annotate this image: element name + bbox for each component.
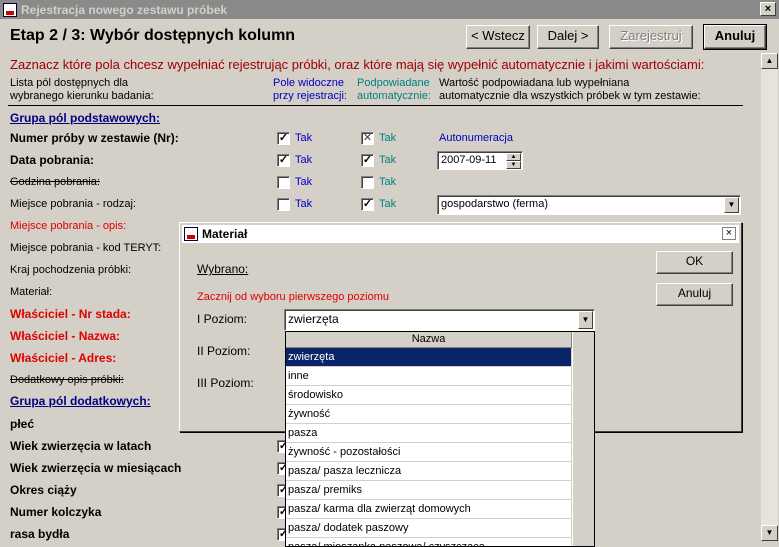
dropdown-items: zwierzęta inne środowisko żywność pasza żywno… <box>286 348 572 546</box>
level2-label: II Poziom: <box>197 344 251 358</box>
dialog-hint: Zacznij od wyboru pierwszego poziomu <box>197 291 389 303</box>
level1-label: I Poziom: <box>197 312 248 326</box>
level3-label: III Poziom: <box>197 376 254 390</box>
visible-checkbox-nr[interactable]: ✓ <box>277 132 290 145</box>
column-header-fields: Lista pól dostępnych dla wybranego kierun… <box>10 77 154 102</box>
place-type-select[interactable]: gospodarstwo (ferma) ▼ <box>437 195 741 215</box>
tak-label: Tak <box>295 176 313 188</box>
tak-label: Tak <box>295 132 313 144</box>
app-icon <box>3 2 17 17</box>
group-extra-fields: Grupa pól dodatkowych: <box>10 394 151 408</box>
level1-select[interactable]: zwierzęta ▼ <box>284 309 595 331</box>
dropdown-item[interactable]: żywność <box>286 405 572 424</box>
instruction-text: Zaznacz które pola chcesz wypełniać reje… <box>10 57 705 72</box>
row-label-extra-desc: Dodatkowy opis próbki: <box>10 374 124 386</box>
dropdown-item[interactable]: środowisko <box>286 386 572 405</box>
back-button[interactable]: < Wstecz <box>466 25 530 49</box>
tak-label: Tak <box>295 154 313 166</box>
dropdown-header: Nazwa <box>286 332 572 348</box>
dropdown-item[interactable]: żywność - pozostałości <box>286 443 572 462</box>
row-label-earring: Numer kolczyka <box>10 505 102 519</box>
group-basic-fields: Grupa pól podstawowych: <box>10 111 161 125</box>
row-label-material: Materiał: <box>10 286 53 298</box>
column-header-visible: Pole widoczne przy rejestracji: <box>273 77 347 102</box>
chevron-down-icon[interactable]: ▼ <box>724 197 739 213</box>
dropdown-item[interactable]: inne <box>286 367 572 386</box>
scroll-down-icon[interactable]: ▼ <box>761 525 778 541</box>
auto-checkbox-time[interactable] <box>361 176 374 189</box>
visible-checkbox-date[interactable]: ✓ <box>277 154 290 167</box>
nr-value-autonumbering: Autonumeracja <box>439 132 513 144</box>
row-label-nr: Numer próby w zestawie (Nr): <box>10 131 179 145</box>
tak-label: Tak <box>379 198 397 210</box>
next-button[interactable]: Dalej > <box>537 25 599 49</box>
spin-down-icon[interactable]: ▼ <box>506 161 521 169</box>
dropdown-item[interactable]: pasza/ premiks <box>286 481 572 500</box>
dropdown-item[interactable]: pasza/ karma dla zwierząt domowych <box>286 500 572 519</box>
row-label-owner-address: Właściciel - Adres: <box>10 351 117 365</box>
row-label-owner-nr: Właściciel - Nr stada: <box>10 307 131 321</box>
date-input[interactable]: 2007-09-11 ▲ ▼ <box>437 151 523 170</box>
dropdown-item[interactable]: pasza/ pasza lecznicza <box>286 462 572 481</box>
row-label-place-desc: Miejsce pobrania - opis: <box>10 220 127 232</box>
cancel-button[interactable]: Anuluj <box>703 24 767 50</box>
dropdown-item[interactable]: pasza/ mieszanka paszowa/ czyszczaca <box>286 538 572 546</box>
row-label-country: Kraj pochodzenia próbki: <box>10 264 132 276</box>
ok-button[interactable]: OK <box>656 251 733 274</box>
row-label-age-months: Wiek zwierzęcia w miesiącach <box>10 461 182 475</box>
spin-up-icon[interactable]: ▲ <box>506 153 521 161</box>
level1-dropdown-list[interactable]: Nazwa zwierzęta inne środowisko żywność pasz… <box>285 331 595 547</box>
header-divider <box>8 105 743 106</box>
tak-label: Tak <box>295 198 313 210</box>
app-icon <box>184 227 198 241</box>
dropdown-item[interactable]: pasza <box>286 424 572 443</box>
page-title: Etap 2 / 3: Wybór dostępnych kolumn <box>10 27 296 44</box>
scroll-up-icon[interactable]: ▲ <box>761 53 778 69</box>
column-header-value: Wartość podpowiadana lub wypełniana autom… <box>439 77 701 102</box>
dropdown-item[interactable]: pasza/ dodatek paszowy <box>286 519 572 538</box>
row-label-sex: płeć <box>10 417 35 431</box>
dropdown-item[interactable]: zwierzęta <box>286 348 572 367</box>
chevron-down-icon[interactable]: ▼ <box>578 311 593 329</box>
dropdown-scrollbar[interactable] <box>573 332 594 546</box>
visible-checkbox-time[interactable] <box>277 176 290 189</box>
visible-checkbox-place-type[interactable] <box>277 198 290 211</box>
dialog-title: Materiał <box>202 227 248 241</box>
tak-label: Tak <box>379 132 397 144</box>
window-titlebar[interactable]: Rejestracja nowego zestawu próbek × <box>0 0 779 19</box>
tak-label: Tak <box>379 176 397 188</box>
row-label-time: Godzina pobrania: <box>10 176 100 188</box>
row-label-pregnancy: Okres ciąży <box>10 483 77 497</box>
selected-label: Wybrano: <box>197 262 249 276</box>
row-label-breed: rasa bydła <box>10 527 70 541</box>
main-scrollbar[interactable]: ▲ ▼ <box>761 53 778 541</box>
row-label-age-years: Wiek zwierzęcia w latach <box>10 439 152 453</box>
auto-checkbox-place-type[interactable]: ✓ <box>361 198 374 211</box>
column-header-auto: Podpowiadane automatycznie: <box>357 77 431 102</box>
row-label-place-type: Miejsce pobrania - rodzaj: <box>10 198 136 210</box>
row-label-date: Data pobrania: <box>10 153 95 167</box>
row-label-teryt: Miejsce pobrania - kod TERYT: <box>10 242 162 254</box>
row-label-owner-name: Właściciel - Nazwa: <box>10 329 121 343</box>
window-title: Rejestracja nowego zestawu próbek <box>21 2 228 17</box>
tak-label: Tak <box>379 154 397 166</box>
auto-checkbox-nr[interactable]: ✕ <box>361 132 374 145</box>
dialog-titlebar[interactable]: Materiał × <box>182 225 739 243</box>
window-close-button[interactable]: × <box>760 2 776 16</box>
dialog-close-button[interactable]: × <box>722 227 736 240</box>
register-button[interactable]: Zarejestruj <box>609 25 693 49</box>
auto-checkbox-date[interactable]: ✓ <box>361 154 374 167</box>
dialog-cancel-button[interactable]: Anuluj <box>656 283 733 306</box>
